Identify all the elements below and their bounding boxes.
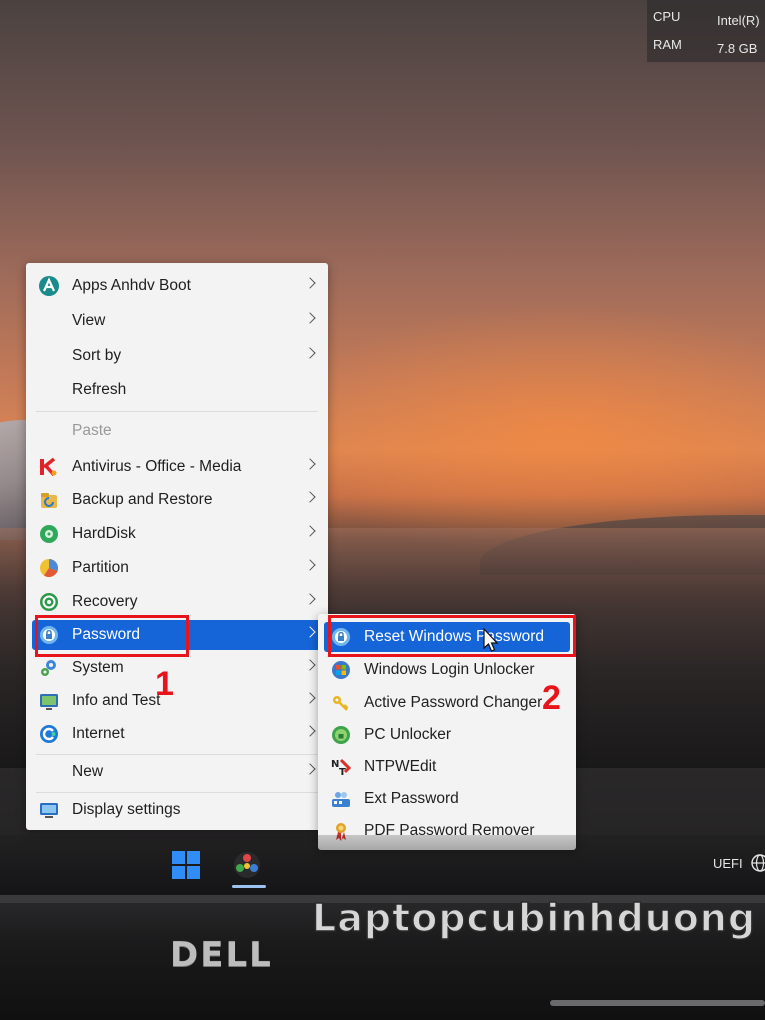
submenu-item-active-password-changer[interactable]: Active Password Changer [324, 688, 570, 718]
desktop-context-menu: Apps Anhdv Boot View Sort by Refresh Pas… [26, 263, 328, 830]
menu-item-label: Apps Anhdv Boot [72, 277, 191, 294]
menu-item-harddisk[interactable]: HardDisk [32, 519, 322, 549]
menu-item-paste[interactable]: Paste [32, 416, 322, 446]
menu-item-backup-and-restore[interactable]: Backup and Restore [32, 485, 322, 515]
recovery-icon [38, 591, 60, 613]
bezel-hinge [550, 1000, 765, 1006]
submenu-item-label: Windows Login Unlocker [364, 661, 535, 678]
menu-item-label: System [72, 659, 124, 676]
key-icon [330, 692, 352, 714]
menu-item-label: View [72, 312, 106, 329]
apps-anhdv-icon [38, 275, 60, 297]
ram-value: 7.8 GB [717, 41, 758, 56]
pc-unlocker-icon [330, 724, 352, 746]
menu-item-label: Display settings [72, 801, 181, 818]
chevron-right-icon [304, 725, 316, 737]
kaspersky-icon [38, 456, 60, 478]
chevron-right-icon [304, 626, 316, 638]
partition-icon [38, 557, 60, 579]
menu-item-label: Partition [72, 559, 129, 576]
system-gear-icon [38, 657, 60, 679]
menu-item-display-settings[interactable]: Display settings [32, 795, 322, 825]
submenu-item-label: PC Unlocker [364, 726, 451, 743]
menu-item-label: Refresh [72, 381, 127, 398]
info-test-icon [38, 690, 60, 712]
ram-label: RAM [653, 37, 682, 52]
submenu-item-ntpwedit[interactable]: NT NTPWEdit [324, 752, 570, 782]
harddisk-icon [38, 523, 60, 545]
menu-item-antivirus-office-media[interactable]: Antivirus - Office - Media [32, 452, 322, 482]
menu-item-sort-by[interactable]: Sort by [32, 341, 322, 371]
annotation-box-password [35, 615, 189, 657]
submenu-item-pc-unlocker[interactable]: PC Unlocker [324, 720, 570, 750]
menu-item-internet[interactable]: Internet [32, 719, 322, 749]
chevron-right-icon [304, 312, 316, 324]
taskbar-active-indicator [232, 885, 266, 888]
menu-divider [36, 411, 318, 412]
taskbar-app-icon[interactable] [232, 850, 262, 880]
menu-item-info-and-test[interactable]: Info and Test [32, 686, 322, 716]
taskbar [0, 835, 765, 895]
menu-item-system[interactable]: System [32, 653, 322, 683]
menu-item-recovery[interactable]: Recovery [32, 587, 322, 617]
menu-item-label: Backup and Restore [72, 491, 213, 508]
menu-item-view[interactable]: View [32, 306, 322, 336]
uefi-label: UEFI [713, 856, 743, 871]
chevron-right-icon [304, 525, 316, 537]
backup-icon [38, 489, 60, 511]
menu-item-label: HardDisk [72, 525, 136, 542]
menu-item-apps-anhdv-boot[interactable]: Apps Anhdv Boot [32, 271, 322, 301]
menu-item-label: Antivirus - Office - Media [72, 458, 242, 475]
watermark-text: Laptopcubinhduong [311, 895, 757, 941]
menu-item-label: Sort by [72, 347, 122, 364]
submenu-item-label: Ext Password [364, 790, 459, 807]
menu-divider [36, 754, 318, 755]
cpu-label: CPU [653, 9, 681, 24]
ext-password-icon [330, 788, 352, 810]
annotation-step-2: 2 [542, 679, 561, 717]
chevron-right-icon [304, 659, 316, 671]
chevron-right-icon [304, 559, 316, 571]
mouse-cursor-icon [483, 628, 499, 652]
display-icon [38, 799, 60, 821]
annotation-box-reset-windows-password [328, 615, 576, 657]
start-button-windows-icon[interactable] [172, 851, 200, 879]
chevron-right-icon [304, 491, 316, 503]
submenu-item-ext-password[interactable]: Ext Password [324, 784, 570, 814]
chevron-right-icon [304, 692, 316, 704]
menu-item-refresh[interactable]: Refresh [32, 375, 322, 405]
chevron-right-icon [304, 347, 316, 359]
menu-item-label: Info and Test [72, 692, 161, 709]
submenu-item-label: Active Password Changer [364, 694, 543, 711]
chevron-right-icon [304, 593, 316, 605]
dell-logo: DELL [170, 935, 273, 975]
submenu-item-label: NTPWEdit [364, 758, 437, 775]
svg-text:T: T [339, 767, 346, 778]
menu-item-label: Internet [72, 725, 125, 742]
windows-login-icon [330, 659, 352, 681]
menu-divider [36, 792, 318, 793]
menu-item-label: Recovery [72, 593, 138, 610]
chevron-right-icon [304, 458, 316, 470]
menu-item-partition[interactable]: Partition [32, 553, 322, 583]
submenu-item-windows-login-unlocker[interactable]: Windows Login Unlocker [324, 655, 570, 685]
system-info-panel: CPU Intel(R) RAM 7.8 GB [647, 0, 765, 62]
chevron-right-icon [304, 277, 316, 289]
internet-icon [38, 723, 60, 745]
menu-item-label: Paste [72, 422, 112, 439]
globe-icon [751, 854, 765, 872]
menu-item-label: New [72, 763, 104, 780]
ntpwedit-icon: NT [330, 756, 352, 778]
annotation-step-1: 1 [155, 665, 174, 703]
cpu-value: Intel(R) [717, 13, 760, 28]
menu-item-new[interactable]: New [32, 757, 322, 787]
chevron-right-icon [304, 763, 316, 775]
